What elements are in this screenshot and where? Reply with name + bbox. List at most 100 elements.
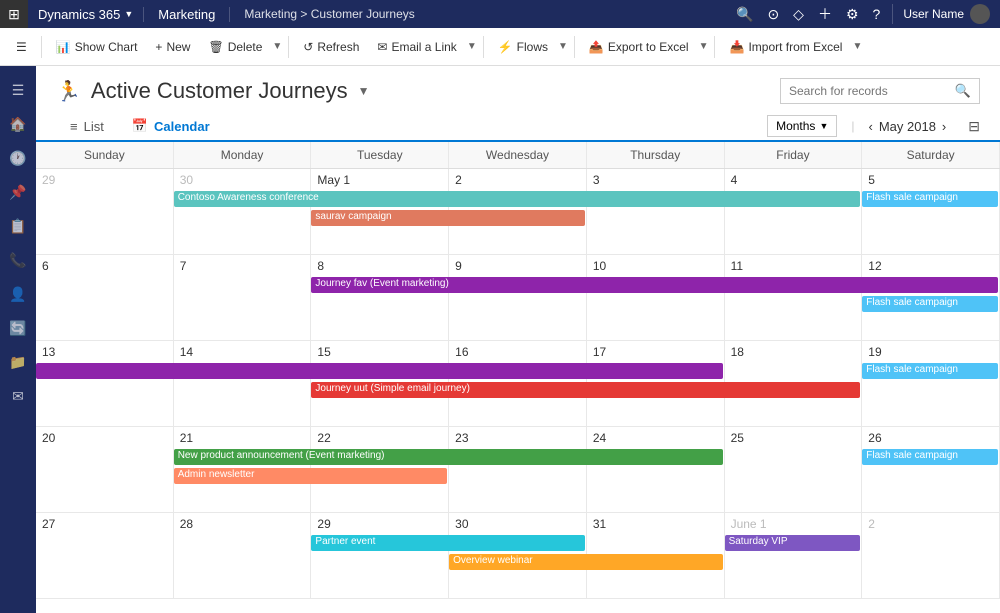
cal-date: 20: [42, 431, 167, 445]
hamburger-button[interactable]: ☰: [8, 36, 35, 58]
email-icon: ✉: [377, 40, 387, 54]
event-bar[interactable]: saurav campaign: [311, 210, 584, 226]
filter-icon[interactable]: ⊟: [968, 118, 980, 135]
sidebar-files[interactable]: 📁: [2, 346, 34, 378]
sidebar-refresh[interactable]: 🔄: [2, 312, 34, 344]
event-bar[interactable]: Partner event: [311, 535, 584, 551]
event-bar[interactable]: Overview webinar: [449, 554, 722, 570]
export-icon: 📤: [589, 40, 604, 54]
list-icon: ≡: [70, 119, 78, 134]
calendar: Sunday Monday Tuesday Wednesday Thursday…: [36, 142, 1000, 613]
prev-month-button[interactable]: ‹: [868, 119, 872, 134]
cal-cell: 19: [862, 341, 1000, 426]
cal-cell: June 1: [725, 513, 863, 598]
flows-button[interactable]: ⚡ Flows: [490, 36, 556, 58]
cal-date: 3: [593, 173, 718, 187]
help-icon[interactable]: ?: [873, 6, 881, 22]
sidebar-pinned[interactable]: 📌: [2, 176, 34, 208]
windows-logo[interactable]: ⊞: [0, 0, 28, 28]
delete-dropdown[interactable]: ▼: [272, 41, 282, 52]
event-bar[interactable]: [36, 363, 723, 379]
week-row-3: 20212223242526New product announcement (…: [36, 427, 1000, 513]
location-icon[interactable]: ◇: [793, 6, 804, 23]
title-dropdown-chevron[interactable]: ▼: [358, 84, 370, 98]
user-menu[interactable]: User Name: [892, 4, 1000, 24]
event-bar[interactable]: Flash sale campaign: [862, 296, 998, 312]
next-month-button[interactable]: ›: [942, 119, 946, 134]
event-bar[interactable]: Saturday VIP: [725, 535, 861, 551]
refresh-button[interactable]: ↺ Refresh: [295, 36, 367, 58]
page-title: Active Customer Journeys: [91, 78, 348, 104]
event-bar[interactable]: Flash sale campaign: [862, 449, 998, 465]
sidebar-home[interactable]: 🏠: [2, 108, 34, 140]
event-bar[interactable]: Journey fav (Event marketing): [311, 277, 998, 293]
header-tuesday: Tuesday: [311, 142, 449, 168]
cal-date: 2: [455, 173, 580, 187]
cal-date: 27: [42, 517, 167, 531]
cal-date: June 1: [731, 517, 856, 531]
username-label: User Name: [903, 7, 964, 21]
page-header: 🏃 Active Customer Journeys ▼ 🔍: [36, 66, 1000, 112]
cal-body: 2930May 12345Contoso Awareness conferenc…: [36, 169, 1000, 599]
header-saturday: Saturday: [862, 142, 1000, 168]
sidebar-activities[interactable]: 📋: [2, 210, 34, 242]
event-bar[interactable]: Contoso Awareness conference: [174, 191, 861, 207]
add-icon[interactable]: ＋: [818, 4, 832, 24]
cal-date: 11: [731, 259, 856, 273]
export-dropdown[interactable]: ▼: [699, 41, 709, 52]
event-bar[interactable]: New product announcement (Event marketin…: [174, 449, 723, 465]
view-tabs: ≡ List 📅 Calendar Months ▼ | ‹ May 2018 …: [36, 112, 1000, 142]
sidebar-mail[interactable]: ✉: [2, 380, 34, 412]
sidebar-calls[interactable]: 📞: [2, 244, 34, 276]
sidebar-contacts[interactable]: 👤: [2, 278, 34, 310]
event-bar[interactable]: Journey uut (Simple email journey): [311, 382, 860, 398]
sidebar-recent[interactable]: 🕐: [2, 142, 34, 174]
cal-date: 24: [593, 431, 718, 445]
recent-icon[interactable]: ⊙: [767, 6, 779, 23]
toolbar: ☰ 📊 Show Chart + New 🗑 Delete ▼ ↺ Refres…: [0, 28, 1000, 66]
week-row-4: 2728293031June 12Partner eventOverview w…: [36, 513, 1000, 599]
tab-calendar[interactable]: 📅 Calendar: [118, 112, 224, 142]
email-dropdown[interactable]: ▼: [467, 41, 477, 52]
cal-cell: 13: [36, 341, 174, 426]
sep5: [714, 36, 715, 58]
cal-date: 19: [868, 345, 993, 359]
search-submit-icon[interactable]: 🔍: [955, 83, 971, 99]
cal-cell: 10: [587, 255, 725, 340]
cal-cell: 11: [725, 255, 863, 340]
refresh-icon: ↺: [303, 40, 313, 54]
delete-button[interactable]: 🗑 Delete: [200, 36, 270, 58]
months-chevron: ▼: [819, 121, 828, 131]
event-bar[interactable]: Flash sale campaign: [862, 191, 998, 207]
new-button[interactable]: + New: [147, 36, 198, 58]
event-bar[interactable]: Admin newsletter: [174, 468, 447, 484]
months-dropdown[interactable]: Months ▼: [767, 115, 837, 137]
cal-date: 28: [180, 517, 305, 531]
email-link-button[interactable]: ✉ Email a Link: [369, 36, 464, 58]
sep2: [288, 36, 289, 58]
sidebar-hamburger[interactable]: ☰: [2, 74, 34, 106]
cal-date: 22: [317, 431, 442, 445]
export-excel-button[interactable]: 📤 Export to Excel: [581, 36, 697, 58]
cal-cell: 26: [862, 427, 1000, 512]
search-icon[interactable]: 🔍: [736, 6, 753, 23]
event-bar[interactable]: Flash sale campaign: [862, 363, 998, 379]
search-bar: 🔍: [780, 78, 980, 104]
import-dropdown[interactable]: ▼: [852, 41, 862, 52]
d365-menu[interactable]: Dynamics 365 ▼: [28, 7, 144, 22]
import-excel-button[interactable]: 📥 Import from Excel: [721, 36, 850, 58]
search-input[interactable]: [789, 84, 949, 98]
settings-icon[interactable]: ⚙: [846, 6, 859, 23]
cal-date: 30: [180, 173, 305, 187]
main-content: 🏃 Active Customer Journeys ▼ 🔍 ≡ List 📅 …: [36, 66, 1000, 613]
sep1: [41, 36, 42, 58]
view-controls: Months ▼ | ‹ May 2018 › ⊟: [767, 115, 980, 137]
current-month-label: May 2018: [879, 119, 936, 134]
user-avatar: [970, 4, 990, 24]
tab-list[interactable]: ≡ List: [56, 113, 118, 142]
show-chart-button[interactable]: 📊 Show Chart: [48, 36, 146, 58]
cal-date: 13: [42, 345, 167, 359]
flows-dropdown[interactable]: ▼: [558, 41, 568, 52]
top-nav: ⊞ Dynamics 365 ▼ Marketing Marketing > C…: [0, 0, 1000, 28]
calendar-icon: 📅: [132, 118, 148, 134]
